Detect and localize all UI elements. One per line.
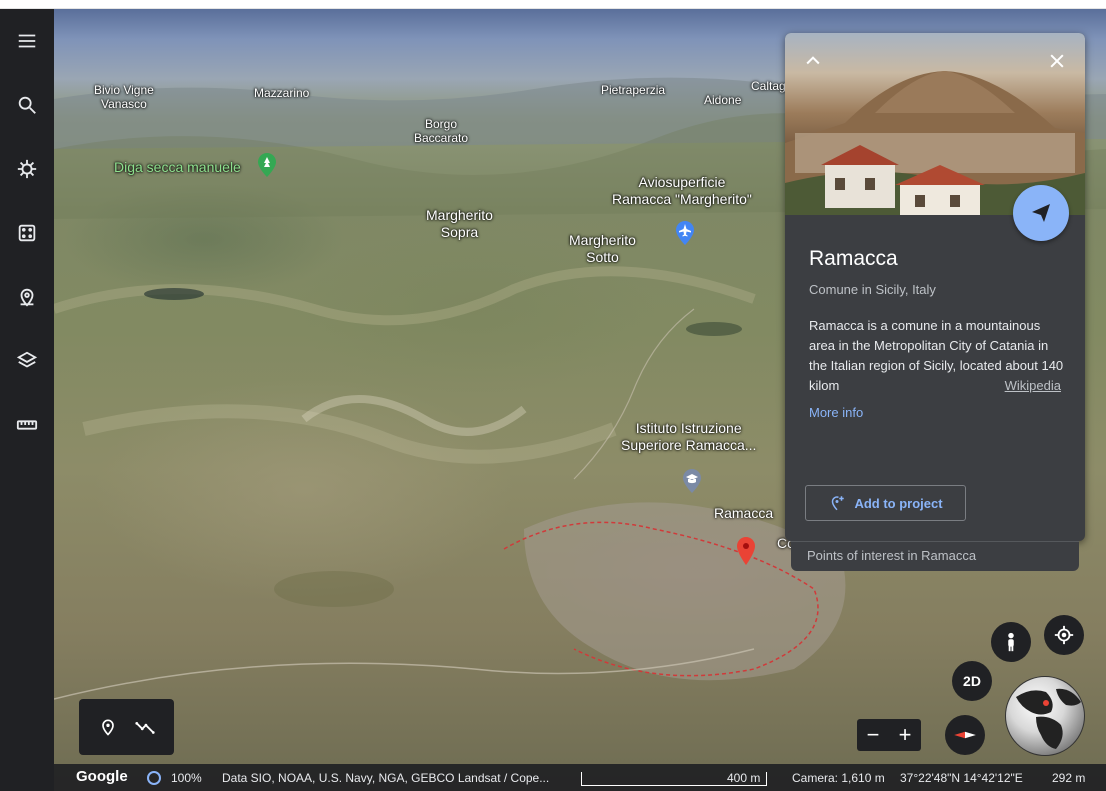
map-label-bivio-vigne[interactable]: Bivio Vigne Vanasco — [94, 83, 154, 111]
google-logo: Google — [76, 768, 128, 785]
zoom-out-button[interactable]: − — [857, 719, 889, 751]
selected-location-pin-icon[interactable] — [737, 537, 755, 565]
school-pin-icon[interactable] — [683, 469, 701, 493]
dice-icon — [18, 224, 36, 242]
feeling-lucky-button[interactable] — [7, 213, 47, 253]
map-label-aviosuperficie[interactable]: Aviosuperficie Ramacca "Margherito" — [612, 174, 752, 208]
status-bar: Google 100% Data SIO, NOAA, U.S. Navy, N… — [54, 764, 1106, 791]
add-placemark-button[interactable] — [95, 714, 121, 740]
measure-button[interactable] — [7, 405, 47, 445]
projects-icon — [20, 288, 34, 307]
map-label-pietraperzia[interactable]: Pietraperzia — [601, 83, 665, 97]
elevation: 292 m — [1052, 771, 1086, 785]
street-view-button[interactable] — [991, 622, 1031, 662]
wikipedia-link[interactable]: Wikipedia — [1000, 376, 1061, 396]
add-to-project-button[interactable]: Add to project — [805, 485, 966, 521]
globe-overview[interactable] — [1005, 676, 1085, 756]
add-location-icon — [832, 496, 845, 511]
map-label-ramacca[interactable]: Ramacca — [714, 505, 773, 522]
map-label-istituto[interactable]: Istituto Istruzione Superiore Ramacca... — [621, 420, 756, 454]
voyager-icon — [17, 159, 37, 179]
compass-button[interactable] — [945, 715, 985, 755]
search-button[interactable] — [7, 85, 47, 125]
layers-icon — [16, 351, 38, 368]
my-location-icon — [1054, 625, 1074, 645]
placemark-icon — [101, 719, 114, 736]
projects-button[interactable] — [7, 277, 47, 317]
load-percent: 100% — [171, 771, 202, 785]
close-panel-button[interactable] — [1043, 47, 1071, 75]
sidebar — [0, 9, 54, 791]
zoom-in-button[interactable]: + — [889, 719, 921, 751]
map-label-borgo-baccarato[interactable]: Borgo Baccarato — [414, 117, 468, 145]
polyline-icon — [135, 721, 155, 734]
add-to-project-label: Add to project — [854, 495, 943, 511]
map-label-diga-secca[interactable]: Diga secca manuele — [114, 160, 241, 174]
draw-line-button[interactable] — [132, 714, 158, 740]
airport-pin-icon[interactable] — [676, 221, 694, 245]
points-of-interest-bar[interactable]: Points of interest in Ramacca — [791, 541, 1079, 571]
pegman-icon — [1008, 632, 1014, 652]
place-title: Ramacca — [809, 247, 898, 270]
drawing-tools — [79, 699, 174, 755]
chevron-up-icon — [806, 56, 820, 65]
collapse-panel-button[interactable] — [799, 47, 827, 75]
paper-plane-icon — [1032, 204, 1050, 222]
close-icon — [1050, 54, 1064, 68]
globe-icon — [1016, 688, 1081, 749]
coordinates: 37°22'48"N 14°42'12"E — [900, 771, 1023, 785]
search-icon — [18, 96, 36, 114]
menu-icon — [18, 34, 36, 48]
menu-button[interactable] — [7, 21, 47, 61]
toggle-2d-button[interactable]: 2D — [952, 661, 992, 701]
measure-icon — [16, 420, 38, 430]
camera-altitude: Camera: 1,610 m — [792, 771, 885, 785]
map-label-caltag[interactable]: Caltag — [751, 79, 786, 93]
my-location-button[interactable] — [1044, 615, 1084, 655]
map-label-margherito-sopra[interactable]: Margherito Sopra — [426, 207, 493, 241]
loading-ring-icon — [147, 771, 161, 785]
map-label-aidone[interactable]: Aidone — [704, 93, 741, 107]
voyager-button[interactable] — [7, 149, 47, 189]
data-attribution[interactable]: Data SIO, NOAA, U.S. Navy, NGA, GEBCO La… — [222, 771, 549, 785]
fly-to-button[interactable] — [1013, 185, 1069, 241]
map-label-mazzarino[interactable]: Mazzarino — [254, 86, 309, 100]
compass-icon — [954, 731, 976, 739]
top-strip — [0, 0, 1106, 9]
map-label-margherito-sotto[interactable]: Margherito Sotto — [569, 232, 636, 266]
scale-label: 400 m — [727, 771, 761, 785]
more-info-link[interactable]: More info — [809, 405, 863, 420]
layers-button[interactable] — [7, 341, 47, 381]
place-subtitle: Comune in Sicily, Italy — [809, 282, 936, 297]
place-info-panel: Ramacca Comune in Sicily, Italy Ramacca … — [785, 33, 1085, 541]
park-pin-icon[interactable] — [258, 153, 276, 177]
zoom-controls: − + — [857, 719, 921, 751]
place-description: Ramacca is a comune in a mountainous are… — [809, 316, 1067, 396]
